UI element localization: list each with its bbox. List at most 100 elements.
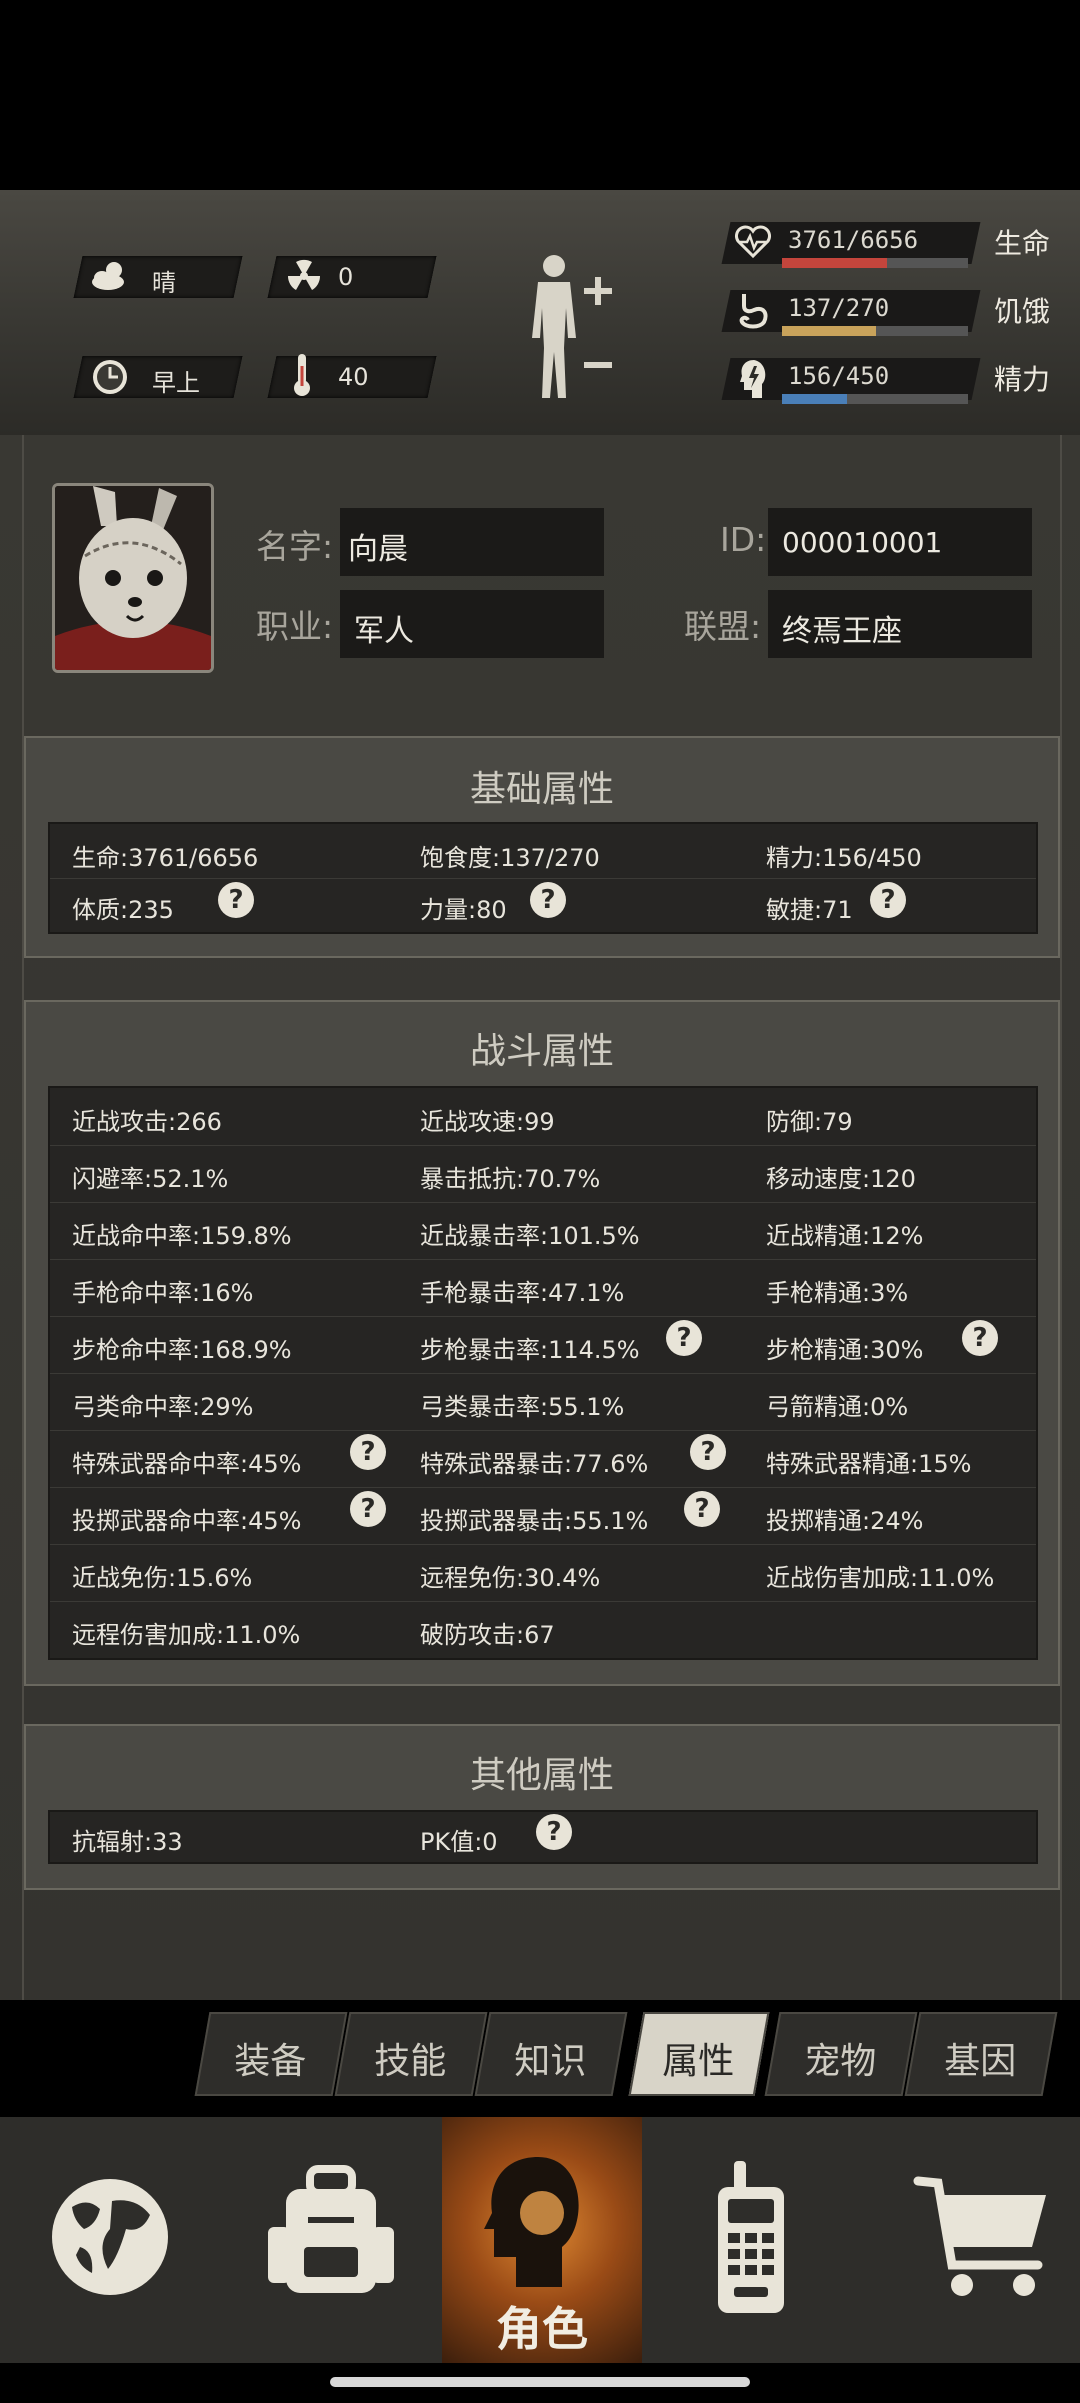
basic-attributes-table: 生命:3761/6656 饱食度:137/270 精力:156/450 体质:2…: [48, 822, 1038, 934]
hunger-value: 137/270: [788, 294, 890, 322]
hunger-label: 饥饿: [994, 295, 1051, 328]
special-crit-help-icon[interactable]: ?: [690, 1434, 726, 1470]
combat-stat: 近战伤害加成:11.0%: [766, 1564, 995, 1592]
energy-bar-fill: [782, 394, 847, 404]
hunger-bar-fill: [782, 326, 877, 336]
row-divider: [50, 1487, 1036, 1488]
row-divider: [50, 1316, 1036, 1317]
name-value: 向晨: [348, 532, 408, 567]
avatar[interactable]: [52, 483, 214, 673]
nav-character-button[interactable]: 角色: [442, 2117, 642, 2363]
energy-value: 156/450: [788, 362, 890, 390]
combat-stat: 投掷精通:24%: [766, 1507, 924, 1535]
basic-attributes-section: 基础属性 生命:3761/6656 饱食度:137/270 精力:156/450…: [24, 736, 1060, 958]
health-bar-fill: [782, 258, 888, 268]
basic-agility: 敏捷:71: [766, 896, 853, 924]
combat-stat: 远程伤害加成:11.0%: [72, 1621, 301, 1649]
pk-help-icon[interactable]: ?: [536, 1814, 572, 1850]
id-label: ID:: [720, 520, 767, 559]
tab-pets[interactable]: 宠物: [764, 2012, 918, 2096]
globe-icon: [52, 2179, 168, 2295]
tab-label: 技能: [374, 2041, 447, 2082]
job-label: 职业:: [256, 607, 334, 646]
alliance-value: 终焉王座: [782, 614, 902, 649]
nav-shop-button[interactable]: [860, 2117, 1080, 2363]
special-hit-help-icon[interactable]: ?: [350, 1434, 386, 1470]
tab-equipment[interactable]: 装备: [194, 2012, 348, 2096]
other-attributes-section: 其他属性 抗辐射:33 PK值:0 ?: [24, 1724, 1060, 1890]
combat-stat: 特殊武器精通:15%: [766, 1450, 972, 1478]
weather-text: 晴: [152, 269, 176, 297]
combat-stat: 移动速度:120: [766, 1165, 916, 1193]
rabbit-avatar-image: [55, 486, 211, 670]
combat-stat: 特殊武器命中率:45%: [72, 1450, 302, 1478]
combat-stat: 手枪精通:3%: [766, 1279, 909, 1307]
row-divider: [50, 878, 1036, 879]
energy-bar: [782, 394, 968, 404]
agility-help-icon[interactable]: ?: [870, 882, 906, 918]
combat-stat: 暴击抵抗:70.7%: [420, 1165, 601, 1193]
strength-help-icon[interactable]: ?: [530, 882, 566, 918]
rifle-mastery-help-icon[interactable]: ?: [962, 1320, 998, 1356]
heart-icon: [734, 224, 772, 260]
constitution-help-icon[interactable]: ?: [218, 882, 254, 918]
temperature-value: 40: [338, 363, 369, 391]
tab-genes[interactable]: 基因: [904, 2012, 1058, 2096]
name-label: 名字:: [256, 527, 334, 566]
nav-backpack-button[interactable]: [220, 2117, 442, 2363]
energy-head-icon: [738, 358, 768, 400]
combat-stat: 特殊武器暴击:77.6%: [420, 1450, 649, 1478]
combat-stat: 近战攻速:99: [420, 1108, 555, 1136]
combat-stat: 步枪命中率:168.9%: [72, 1336, 292, 1364]
pk-value: PK值:0: [420, 1828, 498, 1856]
row-divider: [50, 1601, 1036, 1602]
stomach-icon: [736, 292, 770, 330]
row-divider: [50, 1145, 1036, 1146]
combat-stat: 弓类暴击率:55.1%: [420, 1393, 625, 1421]
home-indicator[interactable]: [330, 2377, 750, 2387]
basic-hp: 生命:3761/6656: [72, 844, 259, 872]
basic-energy: 精力:156/450: [766, 844, 922, 872]
combat-stat: 手枪命中率:16%: [72, 1279, 254, 1307]
combat-stat: 近战暴击率:101.5%: [420, 1222, 640, 1250]
combat-stat: 手枪暴击率:47.1%: [420, 1279, 625, 1307]
row-divider: [50, 1430, 1036, 1431]
combat-attributes-table: 近战攻击:266 近战攻速:99 防御:79 闪避率:52.1% 暴击抵抗:70…: [48, 1086, 1038, 1660]
combat-attributes-section: 战斗属性 近战攻击:266 近战攻速:99 防御:79 闪避率:52.1% 暴击…: [24, 1000, 1060, 1686]
nav-world-button[interactable]: [0, 2117, 220, 2363]
tab-label: 装备: [234, 2041, 307, 2082]
rifle-crit-help-icon[interactable]: ?: [666, 1320, 702, 1356]
combat-stat: 防御:79: [766, 1108, 853, 1136]
shopping-cart-icon: [913, 2176, 1046, 2296]
tab-attributes[interactable]: 属性: [628, 2012, 770, 2096]
tab-skills[interactable]: 技能: [334, 2012, 488, 2096]
health-value: 3761/6656: [788, 226, 919, 254]
combat-stat: 投掷武器暴击:55.1%: [420, 1507, 649, 1535]
basic-satiety: 饱食度:137/270: [420, 844, 600, 872]
body-stats-toggle-button[interactable]: [520, 248, 620, 408]
combat-stat: 步枪暴击率:114.5%: [420, 1336, 640, 1364]
radiation-resist: 抗辐射:33: [72, 1828, 183, 1856]
time-text: 早上: [152, 369, 200, 397]
row-divider: [50, 1544, 1036, 1545]
health-label: 生命: [994, 227, 1051, 260]
tab-knowledge[interactable]: 知识: [474, 2012, 628, 2096]
combat-stat: 弓类命中率:29%: [72, 1393, 254, 1421]
alliance-label: 联盟:: [684, 607, 762, 646]
basic-attributes-title: 基础属性: [469, 769, 614, 810]
throwing-hit-help-icon[interactable]: ?: [350, 1491, 386, 1527]
clock-icon: [90, 357, 130, 397]
radiation-value: 0: [338, 263, 354, 291]
combat-stat: 破防攻击:67: [420, 1621, 555, 1649]
throwing-crit-help-icon[interactable]: ?: [684, 1491, 720, 1527]
combat-stat: 近战精通:12%: [766, 1222, 924, 1250]
tab-label: 宠物: [804, 2041, 877, 2082]
combat-attributes-title: 战斗属性: [469, 1031, 614, 1072]
basic-constitution: 体质:235: [72, 896, 174, 924]
nav-radio-button[interactable]: [642, 2117, 860, 2363]
basic-strength: 力量:80: [420, 896, 507, 924]
combat-stat: 弓箭精通:0%: [766, 1393, 909, 1421]
combat-stat: 步枪精通:30%: [766, 1336, 924, 1364]
thermometer-icon: [292, 352, 312, 398]
radiation-icon: [284, 256, 324, 296]
